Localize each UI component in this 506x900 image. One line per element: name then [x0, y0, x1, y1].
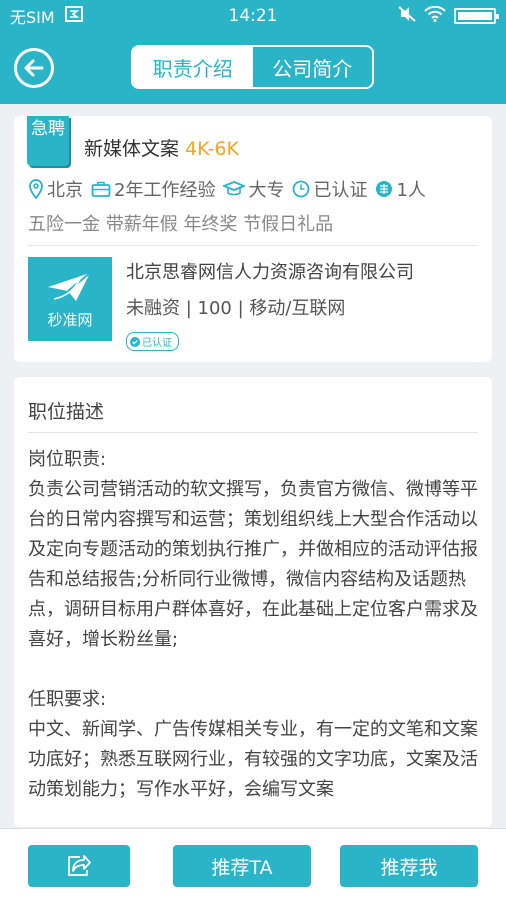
recommend-others-button[interactable]: 推荐TA — [173, 845, 311, 887]
share-button[interactable] — [28, 845, 130, 887]
divider — [28, 245, 478, 246]
status: 已认证 — [313, 180, 368, 201]
recommend-me-button[interactable]: 推荐我 — [340, 845, 478, 887]
location: 北京 — [47, 180, 83, 201]
job-title: 新媒体文案 — [84, 138, 180, 160]
tab-company-profile[interactable]: 公司简介 — [253, 47, 373, 87]
experience: 2年工作经验 — [114, 180, 216, 201]
briefcase-icon — [91, 181, 111, 197]
hiring-icon — [376, 181, 393, 197]
app-header: 职责介绍 公司简介 — [0, 32, 506, 104]
company-logo-text: 秒准网 — [47, 310, 93, 329]
location-pin-icon — [29, 179, 43, 199]
section-title: 职位描述 — [28, 401, 105, 423]
job-card: 急聘 新媒体文案 4K-6K 北京 2年工作经验 大专 已认证 1人 五险一金 带… — [14, 116, 492, 362]
description-card: 职位描述 岗位职责: 负责公司营销活动的软文撰写，负责官方微信、微博等平台的日常… — [14, 377, 492, 827]
graduation-cap-icon — [223, 181, 246, 196]
education: 大专 — [248, 180, 285, 201]
battery-icon — [454, 8, 499, 24]
back-button[interactable] — [14, 48, 54, 88]
divider — [28, 432, 478, 433]
benefits: 五险一金 带薪年假 年终奖 节假日礼品 — [28, 214, 334, 235]
company-info: 未融资 | 100 | 移动/互联网 — [126, 298, 346, 319]
verified-label: 已认证 — [142, 338, 172, 349]
verified-badge: 已认证 — [126, 332, 179, 351]
salary: 4K-6K — [185, 138, 239, 160]
tab-switcher: 职责介绍 公司简介 — [131, 45, 374, 89]
paper-plane-icon — [48, 271, 91, 301]
company-name[interactable]: 北京思睿网信人力资源咨询有限公司 — [126, 258, 414, 284]
check-shield-icon — [130, 336, 140, 347]
clock: 14:21 — [228, 6, 278, 26]
job-meta: 北京 2年工作经验 大专 已认证 1人 — [28, 176, 426, 202]
status-bar: 无SIM 14:21 — [0, 0, 506, 32]
clock-icon — [293, 180, 310, 198]
tab-job-duties[interactable]: 职责介绍 — [133, 47, 253, 87]
job-description: 岗位职责: 负责公司营销活动的软文撰写，负责官方微信、微博等平台的日常内容撰写和… — [28, 449, 478, 800]
job-title-row: 新媒体文案 4K-6K — [84, 134, 239, 161]
arrow-left-icon — [24, 59, 44, 77]
urgent-tag: 急聘 — [27, 116, 69, 166]
share-icon — [68, 855, 91, 876]
bottom-action-bar: 推荐TA 推荐我 — [0, 828, 506, 900]
headcount: 1人 — [396, 180, 426, 201]
company-logo[interactable]: 秒准网 — [28, 257, 112, 341]
